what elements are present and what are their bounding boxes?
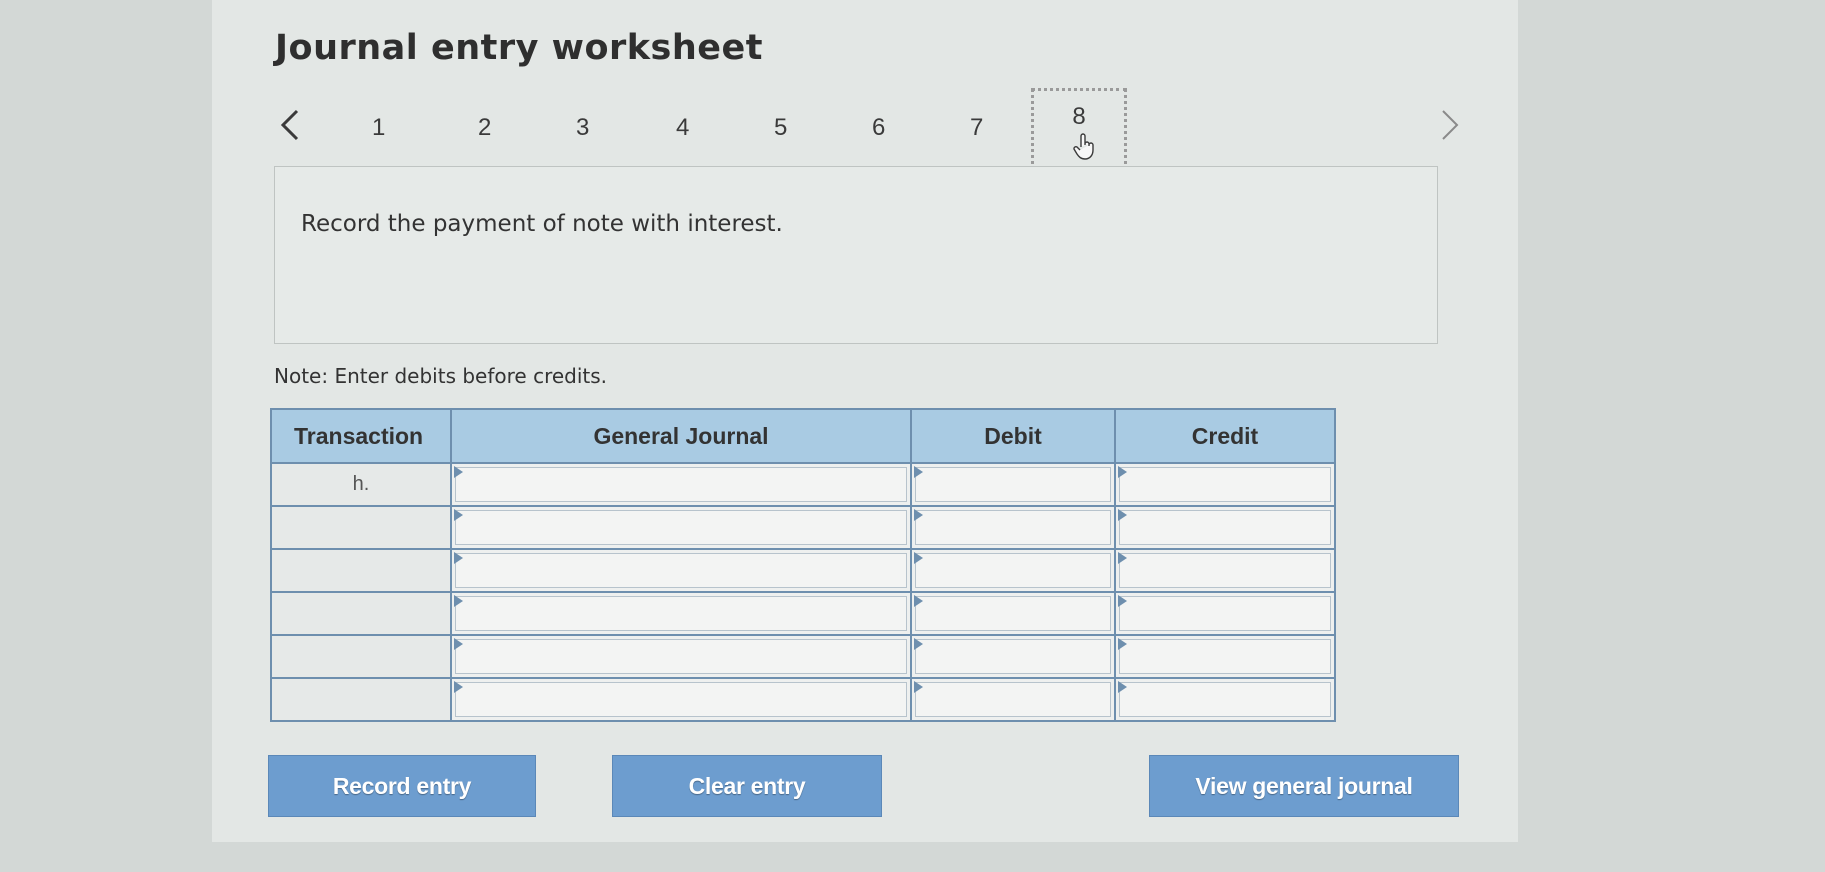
dropdown-flag-icon — [914, 509, 923, 521]
account-input[interactable] — [455, 510, 907, 545]
account-cell — [450, 677, 912, 722]
note-text: Note: Enter debits before credits. — [274, 364, 608, 388]
transaction-cell — [270, 677, 452, 722]
debit-cell — [910, 505, 1116, 550]
dropdown-flag-icon — [1118, 509, 1127, 521]
header-debit: Debit — [910, 408, 1116, 464]
debit-cell — [910, 462, 1116, 507]
dropdown-flag-icon — [1118, 552, 1127, 564]
debit-input[interactable] — [915, 510, 1111, 545]
chevron-right-icon — [1442, 110, 1459, 140]
debit-input[interactable] — [915, 596, 1111, 631]
page-8-current[interactable]: 8 — [1031, 88, 1127, 172]
credit-input[interactable] — [1119, 639, 1331, 674]
dropdown-flag-icon — [914, 552, 923, 564]
instruction-box: Record the payment of note with interest… — [274, 166, 1438, 344]
dropdown-flag-icon — [454, 509, 463, 521]
debit-input[interactable] — [915, 553, 1111, 588]
credit-cell — [1114, 591, 1336, 636]
credit-input[interactable] — [1119, 682, 1331, 717]
credit-cell — [1114, 548, 1336, 593]
dropdown-flag-icon — [454, 466, 463, 478]
table-row — [270, 505, 1336, 550]
debit-input[interactable] — [915, 682, 1111, 717]
page-2[interactable]: 2 — [478, 114, 491, 142]
table-header-row: Transaction General Journal Debit Credit — [270, 408, 1336, 464]
prev-button[interactable] — [270, 100, 310, 150]
debit-cell — [910, 677, 1116, 722]
table-row — [270, 677, 1336, 722]
header-general-journal: General Journal — [450, 408, 912, 464]
dropdown-flag-icon — [914, 681, 923, 693]
debit-cell — [910, 591, 1116, 636]
dropdown-flag-icon — [1118, 681, 1127, 693]
table-row — [270, 548, 1336, 593]
debit-input[interactable] — [915, 639, 1111, 674]
page-title: Journal entry worksheet — [275, 28, 763, 68]
credit-cell — [1114, 677, 1336, 722]
account-input[interactable] — [455, 639, 907, 674]
record-entry-button[interactable]: Record entry — [268, 755, 536, 817]
credit-cell — [1114, 634, 1336, 679]
dropdown-flag-icon — [914, 638, 923, 650]
dropdown-flag-icon — [454, 638, 463, 650]
dropdown-flag-icon — [454, 595, 463, 607]
page-4[interactable]: 4 — [676, 114, 689, 142]
debit-cell — [910, 548, 1116, 593]
dropdown-flag-icon — [914, 466, 923, 478]
account-input[interactable] — [455, 596, 907, 631]
transaction-cell — [270, 591, 452, 636]
table-row — [270, 591, 1336, 636]
chevron-left-icon — [280, 109, 299, 141]
account-cell — [450, 462, 912, 507]
transaction-cell — [270, 548, 452, 593]
dropdown-flag-icon — [914, 595, 923, 607]
hand-pointer-icon — [1073, 133, 1094, 160]
credit-cell — [1114, 505, 1336, 550]
table-row — [270, 634, 1336, 679]
header-credit: Credit — [1114, 408, 1336, 464]
credit-input[interactable] — [1119, 596, 1331, 631]
clear-entry-button[interactable]: Clear entry — [612, 755, 882, 817]
dropdown-flag-icon — [454, 681, 463, 693]
dropdown-flag-icon — [1118, 595, 1127, 607]
table-row: h. — [270, 462, 1336, 507]
page-5[interactable]: 5 — [774, 114, 787, 142]
account-input[interactable] — [455, 467, 907, 502]
credit-input[interactable] — [1119, 467, 1331, 502]
transaction-cell — [270, 505, 452, 550]
page-7[interactable]: 7 — [970, 114, 983, 142]
credit-input[interactable] — [1119, 553, 1331, 588]
account-cell — [450, 634, 912, 679]
current-page-number: 8 — [1072, 103, 1086, 130]
page-1[interactable]: 1 — [372, 114, 385, 142]
journal-table: Transaction General Journal Debit Credit… — [270, 408, 1336, 722]
instruction-text: Record the payment of note with interest… — [301, 211, 783, 237]
header-transaction: Transaction — [270, 408, 452, 464]
transaction-cell — [270, 634, 452, 679]
dropdown-flag-icon — [1118, 466, 1127, 478]
dropdown-flag-icon — [1118, 638, 1127, 650]
view-general-journal-button[interactable]: View general journal — [1149, 755, 1459, 817]
transaction-cell: h. — [270, 462, 452, 507]
page-6[interactable]: 6 — [872, 114, 885, 142]
account-input[interactable] — [455, 682, 907, 717]
debit-input[interactable] — [915, 467, 1111, 502]
debit-cell — [910, 634, 1116, 679]
account-cell — [450, 591, 912, 636]
account-cell — [450, 505, 912, 550]
page-3[interactable]: 3 — [576, 114, 589, 142]
account-cell — [450, 548, 912, 593]
credit-input[interactable] — [1119, 510, 1331, 545]
dropdown-flag-icon — [454, 552, 463, 564]
next-button[interactable] — [1430, 100, 1470, 150]
account-input[interactable] — [455, 553, 907, 588]
credit-cell — [1114, 462, 1336, 507]
